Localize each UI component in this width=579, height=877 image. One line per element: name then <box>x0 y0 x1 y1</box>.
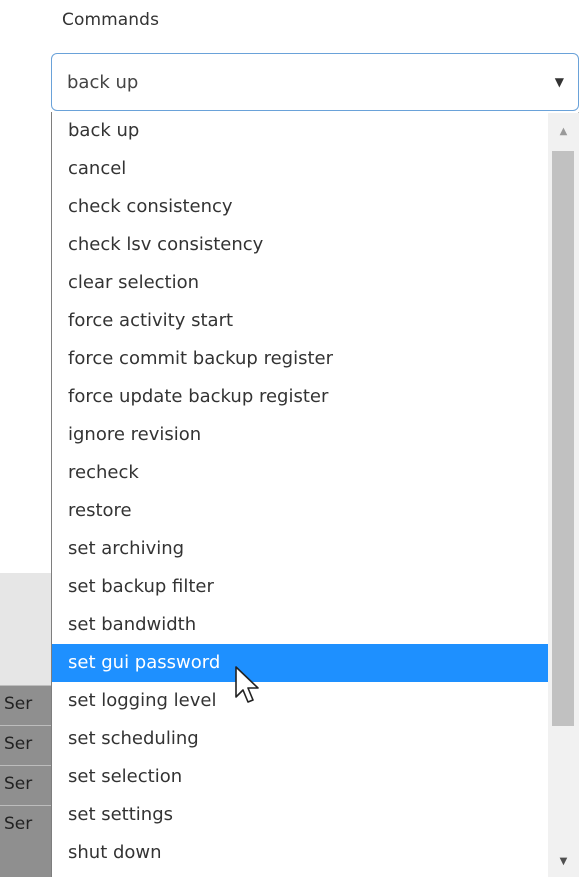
dropdown-option[interactable]: restore <box>52 492 549 530</box>
commands-label: Commands <box>62 10 160 30</box>
dropdown-option[interactable]: force activity start <box>52 302 549 340</box>
chevron-down-icon[interactable]: ▼ <box>555 75 564 89</box>
background-row[interactable]: Ser <box>0 725 52 765</box>
background-table: Ser Ser Ser Ser <box>0 685 52 877</box>
mouse-pointer-icon <box>235 666 259 703</box>
dropdown-option[interactable]: ignore revision <box>52 416 549 454</box>
options-list: back up cancel check consistency check lsv … <box>52 112 549 872</box>
dropdown-option[interactable]: check lsv consistency <box>52 226 549 264</box>
scroll-down-arrow-icon[interactable]: ▼ <box>548 847 579 877</box>
scroll-up-arrow-icon[interactable]: ▲ <box>548 117 579 147</box>
dropdown-option[interactable]: set backup filter <box>52 568 549 606</box>
dropdown-option[interactable]: set gui password <box>52 644 549 682</box>
background-panel <box>0 573 52 685</box>
background-row[interactable]: Ser <box>0 685 52 725</box>
dropdown-option[interactable]: shut down <box>52 834 549 872</box>
dropdown-option[interactable]: force update backup register <box>52 378 549 416</box>
dropdown-option[interactable]: clear selection <box>52 264 549 302</box>
background-row-text: Ser <box>4 774 33 794</box>
dropdown-option[interactable]: set settings <box>52 796 549 834</box>
dropdown-option[interactable]: set bandwidth <box>52 606 549 644</box>
dropdown-scrollbar[interactable]: ▲ ▼ <box>548 113 579 877</box>
background-row[interactable]: Ser <box>0 765 52 805</box>
background-row-text: Ser <box>4 694 33 714</box>
dropdown-option[interactable]: check consistency <box>52 188 549 226</box>
commands-select[interactable]: back up ▼ <box>51 53 579 111</box>
dropdown-option[interactable]: set archiving <box>52 530 549 568</box>
dropdown-option[interactable]: force commit backup register <box>52 340 549 378</box>
scrollbar-thumb[interactable] <box>552 151 574 726</box>
background-row[interactable]: Ser <box>0 805 52 845</box>
dropdown-option[interactable]: recheck <box>52 454 549 492</box>
dropdown-option[interactable]: set selection <box>52 758 549 796</box>
dropdown-option[interactable]: set logging level <box>52 682 549 720</box>
commands-select-value: back up <box>67 72 139 93</box>
commands-dropdown-list: back up cancel check consistency check lsv … <box>51 112 579 877</box>
dropdown-option[interactable]: back up <box>52 112 549 150</box>
dropdown-option[interactable]: cancel <box>52 150 549 188</box>
dropdown-option[interactable]: set scheduling <box>52 720 549 758</box>
background-row-text: Ser <box>4 814 33 834</box>
commands-page: Commands Ser Ser Ser Ser back up ▼ back … <box>0 0 579 877</box>
background-row-text: Ser <box>4 734 33 754</box>
